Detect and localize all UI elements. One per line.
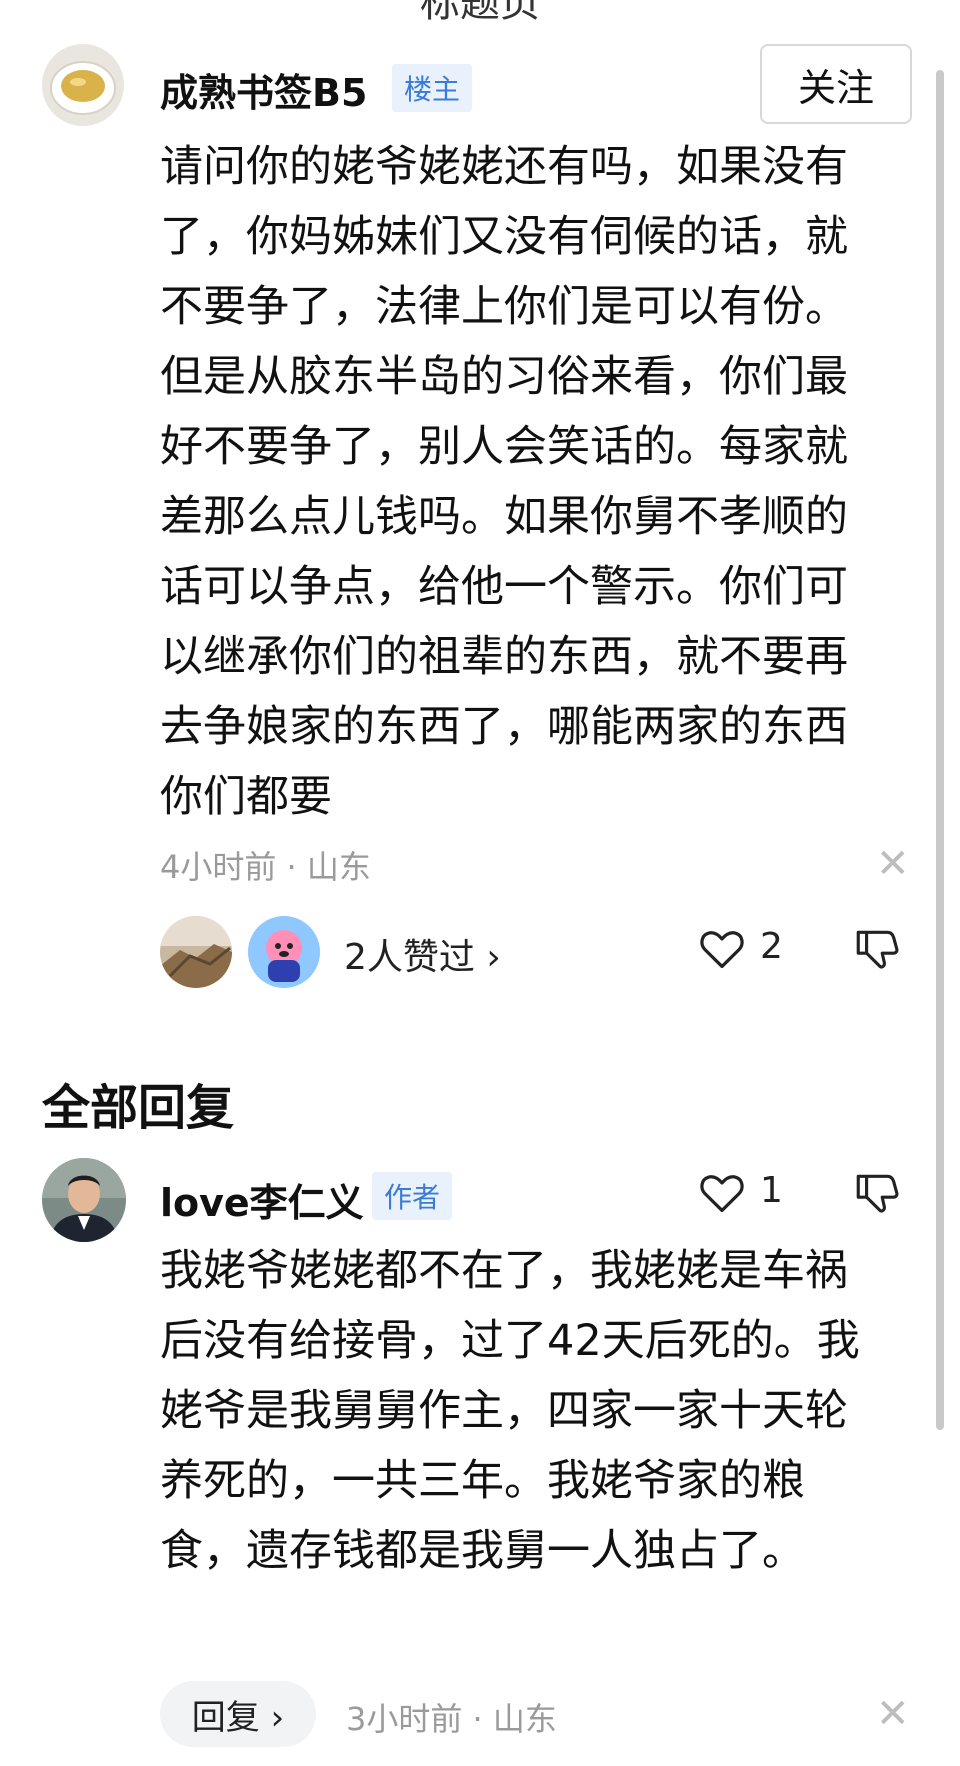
person-photo-avatar-image [42,1158,126,1242]
reply-author-name[interactable]: love李仁义 [160,1172,364,1227]
post-dislike-button[interactable] [852,924,902,974]
page-title-fragment: 标题页 [420,0,540,26]
reply-like-count: 1 [760,1170,783,1211]
reply-like-button[interactable] [696,1166,748,1218]
liker-avatar-2[interactable] [248,916,320,988]
like-heart-icon [700,1175,744,1213]
close-icon[interactable]: ✕ [876,1694,910,1734]
post-author-avatar[interactable] [42,44,124,126]
section-title-all-replies: 全部回复 [42,1080,235,1136]
reply-button[interactable]: 回复 › [160,1681,316,1747]
op-badge: 楼主 [392,64,473,112]
post-like-count: 2 [760,926,783,967]
scrollbar[interactable] [936,70,944,1430]
reply-dislike-button[interactable] [852,1168,902,1218]
post-author-name[interactable]: 成熟书签B5 [160,62,367,117]
reply-time-location: 3小时前 · 山东 [346,1700,557,1738]
tea-cup-avatar-image [42,44,124,126]
liked-by-link[interactable]: 2人赞过 › [344,928,501,980]
close-icon[interactable]: ✕ [876,844,910,884]
post-like-button[interactable] [696,922,748,974]
post-time-location: 4小时前 · 山东 [160,848,371,886]
dislike-thumb-icon [856,930,899,969]
great-wall-avatar-image [160,916,232,988]
reply-content: 我姥爷姥姥都不在了，我姥姥是车祸后没有给接骨，过了42天后死的。我姥爷是我舅舅作… [160,1246,860,1576]
post-content: 请问你的姥爷姥姥还有吗，如果没有了，你妈姊妹们又没有伺候的话，就不要争了，法律上… [160,142,848,822]
author-badge: 作者 [372,1172,453,1220]
liker-avatar-1[interactable] [160,916,232,988]
dislike-thumb-icon [856,1174,899,1213]
reply-author-avatar[interactable] [42,1158,126,1242]
like-heart-icon [700,931,744,969]
cartoon-dog-avatar-image [248,916,320,988]
follow-button[interactable]: 关注 [760,44,912,124]
